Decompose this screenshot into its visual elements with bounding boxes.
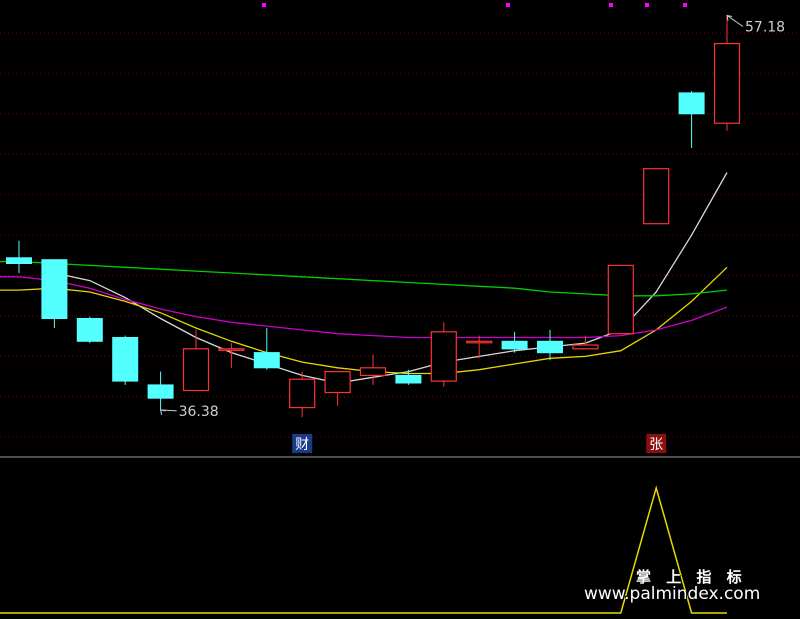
candles: [6, 15, 741, 418]
candle-body: [643, 168, 670, 225]
candle-body: [572, 344, 599, 350]
candle-body: [289, 378, 316, 409]
annotation-arrow: [159, 409, 166, 415]
candle-body: [182, 348, 210, 392]
candle-body: [359, 367, 387, 376]
candle-body: [41, 259, 68, 320]
candle-body: [147, 384, 174, 399]
candle-body: [501, 340, 528, 350]
top-dot: [609, 3, 613, 7]
top-dot: [506, 3, 510, 7]
top-dot: [645, 3, 649, 7]
candle-body: [76, 318, 103, 342]
candle-body: [713, 42, 741, 124]
candle-body: [395, 374, 422, 384]
candle-body: [324, 371, 351, 394]
candle-body: [537, 340, 563, 354]
annotation-label: 57.18: [745, 20, 785, 36]
annotation-leader: [726, 15, 744, 27]
candle-body: [430, 331, 457, 382]
watermark-url: www.palmindex.com: [584, 584, 761, 604]
annotation-label: 36.38: [179, 404, 219, 420]
marker-label: 财: [295, 437, 309, 453]
top-dot: [683, 3, 687, 7]
candle-body: [607, 264, 634, 335]
marker-label: 张: [649, 437, 663, 453]
candle-body: [466, 340, 493, 344]
candle-body: [253, 352, 280, 369]
candle-body: [6, 257, 32, 264]
candle-body: [678, 92, 705, 115]
top-dot: [262, 3, 266, 7]
candle-body: [218, 348, 245, 351]
candlestick-chart: 57.18 36.38 财 张: [0, 3, 800, 614]
candle-body: [112, 337, 139, 382]
